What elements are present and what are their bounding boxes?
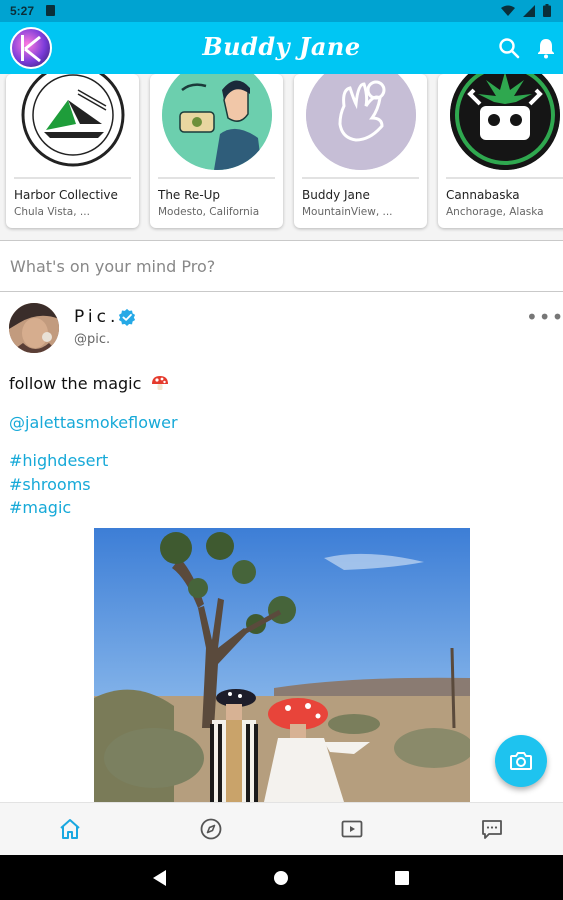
mushroom-emoji-icon	[151, 376, 168, 390]
chat-icon[interactable]	[480, 817, 504, 841]
system-nav-bar	[0, 855, 563, 900]
bell-icon[interactable]	[534, 36, 558, 60]
video-icon[interactable]	[340, 817, 364, 841]
sd-card-icon	[46, 5, 55, 16]
business-logo	[450, 74, 560, 170]
post-text: follow the magic	[9, 374, 169, 393]
composer-placeholder[interactable]: What's on your mind Pro?	[10, 257, 215, 276]
card-separator	[158, 177, 275, 179]
post-author-avatar[interactable]	[9, 303, 59, 353]
battery-icon	[543, 4, 551, 17]
verified-badge-icon	[118, 308, 136, 326]
business-card[interactable]: Harbor Collective Chula Vista, ...	[6, 74, 139, 228]
signal-icon	[523, 4, 535, 17]
app-title: Buddy Jane	[202, 32, 361, 61]
card-separator	[302, 177, 419, 179]
post-author-handle: @pic.	[74, 332, 111, 347]
business-carousel[interactable]: Harbor Collective Chula Vista, ... The R…	[0, 74, 563, 240]
business-name: Buddy Jane	[302, 188, 370, 202]
hashtag-link[interactable]: #shrooms	[9, 475, 91, 494]
post-mention-link[interactable]: @jalettasmokeflower	[9, 413, 178, 432]
business-name: Harbor Collective	[14, 188, 118, 202]
business-location: Chula Vista, ...	[14, 206, 90, 218]
business-location: MountainView, ...	[302, 206, 393, 218]
search-icon[interactable]	[497, 36, 521, 60]
status-bar: 5:27	[0, 0, 563, 22]
hashtag-link[interactable]: #magic	[9, 498, 71, 517]
bottom-nav	[0, 802, 563, 855]
business-logo	[18, 74, 128, 170]
business-location: Anchorage, Alaska	[446, 206, 544, 218]
compass-icon[interactable]	[199, 817, 223, 841]
business-logo	[162, 74, 272, 170]
business-card[interactable]: Buddy Jane MountainView, ...	[294, 74, 427, 228]
post-text-content: follow the magic	[9, 374, 142, 393]
business-name: The Re-Up	[158, 188, 221, 202]
divider	[0, 291, 563, 292]
post-author-name[interactable]: Pic.	[74, 307, 119, 327]
business-card[interactable]: The Re-Up Modesto, California	[150, 74, 283, 228]
post-photo[interactable]	[94, 528, 470, 802]
status-time: 5:27	[10, 4, 35, 18]
home-circle-icon[interactable]	[274, 871, 288, 885]
business-name: Cannabaska	[446, 188, 520, 202]
business-location: Modesto, California	[158, 206, 260, 218]
back-icon[interactable]	[153, 870, 167, 886]
business-logo	[306, 74, 416, 170]
wifi-icon	[501, 5, 515, 16]
business-card[interactable]: Cannabaska Anchorage, Alaska	[438, 74, 563, 228]
post-more-options-icon[interactable]: •••	[526, 305, 563, 329]
home-icon[interactable]	[58, 817, 82, 841]
recents-icon[interactable]	[395, 871, 409, 885]
camera-icon	[510, 752, 532, 770]
app-bar: Buddy Jane	[0, 22, 563, 74]
card-separator	[446, 177, 563, 179]
post-composer[interactable]: What's on your mind Pro?	[0, 241, 563, 291]
card-separator	[14, 177, 131, 179]
hashtag-link[interactable]: #highdesert	[9, 451, 108, 470]
camera-fab-button[interactable]	[495, 735, 547, 787]
